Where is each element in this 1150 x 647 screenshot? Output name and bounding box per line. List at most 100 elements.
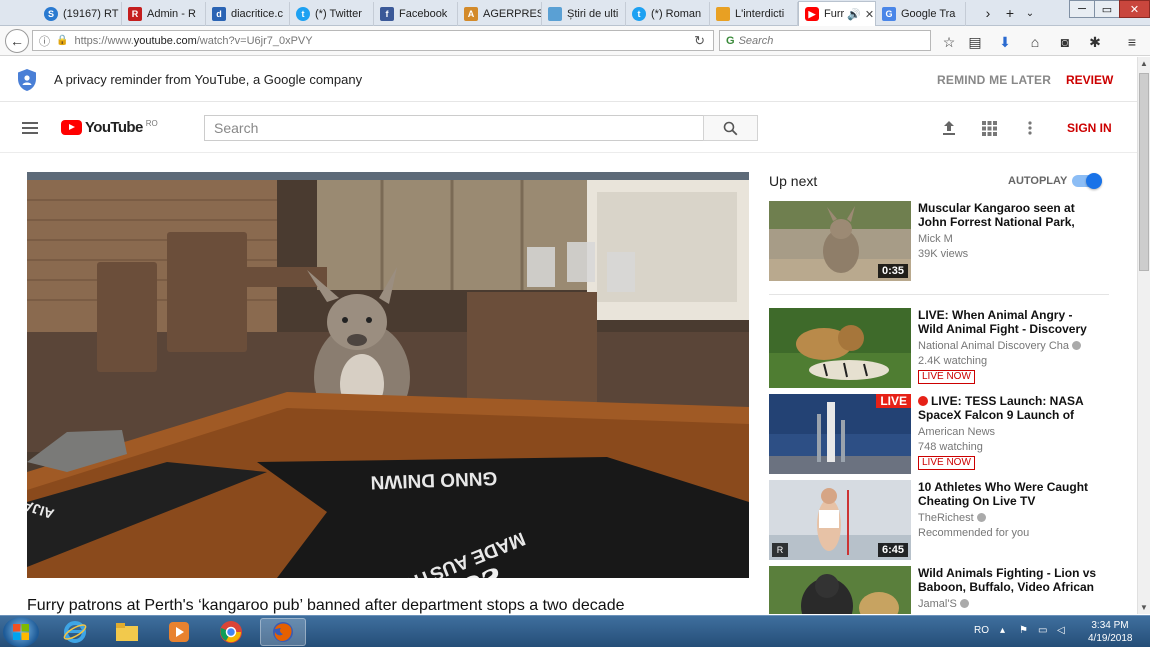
media-player-icon[interactable] — [156, 618, 202, 646]
upload-icon[interactable] — [939, 118, 959, 138]
firefox-icon[interactable] — [260, 618, 306, 646]
bookmark-star-icon[interactable]: ☆ — [939, 32, 959, 52]
system-clock[interactable]: 3:34 PM 4/19/2018 — [1088, 619, 1133, 645]
reload-icon[interactable]: ↻ — [694, 33, 705, 49]
recommended-video[interactable]: 0:35 Muscular Kangaroo seen at John Forr… — [769, 201, 1114, 281]
recommended-video[interactable]: R 6:45 10 Athletes Who Were Caught Cheat… — [769, 480, 1114, 560]
divider — [769, 294, 1109, 295]
maximize-window-icon[interactable]: ▭ — [1094, 0, 1120, 18]
volume-icon[interactable]: ◁ — [1057, 625, 1065, 636]
reading-list-icon[interactable]: ▤ — [965, 32, 985, 52]
toggle-knob[interactable] — [1086, 173, 1102, 189]
remind-later-button[interactable]: REMIND ME LATER — [937, 73, 1051, 87]
channel-watermark-icon: R — [772, 543, 788, 557]
r-logo-icon: R — [128, 7, 142, 21]
video-frame-image: GNNO DNIWN MADE AUSTRALIA OWNED ƨeb AIJA… — [27, 172, 749, 578]
file-explorer-icon[interactable] — [104, 618, 150, 646]
guide-menu-icon[interactable] — [22, 122, 38, 134]
browser-tab[interactable]: t (*) Roman — [626, 2, 710, 26]
recommended-video-title[interactable]: Wild Animals Fighting - Lion vs Baboon, … — [918, 566, 1100, 594]
menu-hamburger-icon[interactable]: ≡ — [1122, 32, 1142, 52]
recommended-video[interactable]: LIVE: When Animal Angry - Wild Animal Fi… — [769, 308, 1114, 388]
chrome-icon[interactable] — [208, 618, 254, 646]
browser-tab[interactable]: d diacritice.c — [206, 2, 290, 26]
browser-tab[interactable]: A AGERPRES — [458, 2, 542, 26]
home-icon[interactable]: ⌂ — [1025, 32, 1045, 52]
verified-icon — [976, 513, 986, 522]
language-indicator[interactable]: RO — [974, 625, 989, 636]
browser-tab[interactable]: G Google Tra — [876, 2, 966, 26]
channel-name: Mick M — [918, 233, 953, 245]
recommended-video-title[interactable]: LIVE: When Animal Angry - Wild Animal Fi… — [918, 308, 1100, 336]
player-top-edge — [27, 172, 749, 180]
network-icon[interactable]: ▭ — [1038, 625, 1047, 636]
shield-icon — [18, 69, 36, 91]
video-thumbnail[interactable]: LIVE — [769, 394, 911, 474]
pocket-icon[interactable]: ◙ — [1055, 32, 1075, 52]
speaker-icon[interactable]: 🔊 — [847, 8, 861, 21]
autoplay-label: AUTOPLAY — [1008, 175, 1068, 187]
scroll-up-arrow-icon[interactable]: ▲ — [1140, 59, 1148, 68]
browser-toolbar: ← ⓘ 🔒 https://www. youtube.com/watch?v=U6… — [0, 26, 1150, 56]
minimize-window-icon[interactable]: ─ — [1069, 0, 1095, 18]
info-icon[interactable]: ⓘ — [39, 33, 50, 49]
new-tab-icon[interactable]: + — [1000, 3, 1020, 23]
video-thumbnail[interactable] — [769, 308, 911, 388]
windows-logo-icon — [13, 624, 29, 640]
search-button[interactable] — [703, 115, 758, 141]
browser-tab[interactable]: Știri de ulti — [542, 2, 626, 26]
list-tabs-icon[interactable]: ⌄ — [1020, 3, 1040, 23]
back-arrow-icon[interactable]: ← — [5, 29, 29, 53]
youtube-masthead: YouTube RO Search SIGN IN — [0, 103, 1137, 153]
scroll-down-arrow-icon[interactable]: ▼ — [1140, 603, 1148, 612]
live-dot-icon — [918, 396, 928, 406]
tray-expand-icon[interactable]: ▴ — [1000, 625, 1005, 636]
browser-tab[interactable]: R Admin - R — [122, 2, 206, 26]
more-options-icon[interactable] — [1020, 118, 1040, 138]
recommended-video-title[interactable]: Muscular Kangaroo seen at John Forrest N… — [918, 201, 1100, 229]
apps-grid-icon[interactable] — [979, 118, 999, 138]
svg-text:GNNO DNIWN: GNNO DNIWN — [370, 467, 497, 492]
recommended-video-title[interactable]: 10 Athletes Who Were Caught Cheating On … — [918, 480, 1100, 508]
privacy-message: A privacy reminder from YouTube, a Googl… — [54, 72, 363, 87]
url-bar[interactable]: ⓘ 🔒 https://www. youtube.com/watch?v=U6jr… — [32, 30, 714, 51]
page-scrollbar[interactable]: ▲ ▼ — [1137, 57, 1150, 614]
start-button[interactable] — [3, 617, 39, 647]
close-window-icon[interactable]: ✕ — [1119, 0, 1150, 18]
gorilla-thumbnail-image — [769, 566, 911, 614]
video-thumbnail[interactable]: 0:35 — [769, 201, 911, 281]
youtube-icon: ▶ — [805, 7, 819, 21]
lock-icon: 🔒 — [56, 35, 69, 46]
browser-tab-strip: S (19167) RT R Admin - R d diacritice.c … — [0, 0, 1150, 26]
video-thumbnail[interactable] — [769, 566, 911, 614]
video-player[interactable]: GNNO DNIWN MADE AUSTRALIA OWNED ƨeb AIJA… — [27, 172, 749, 578]
browser-tab[interactable]: f Facebook — [374, 2, 458, 26]
autoplay-toggle[interactable] — [1072, 173, 1102, 189]
flag-icon — [716, 7, 730, 21]
recommendation-note: Recommended for you — [918, 527, 1030, 539]
facebook-icon: f — [380, 7, 394, 21]
search-input[interactable]: Search — [204, 115, 704, 141]
browser-tab[interactable]: S (19167) RT — [38, 2, 122, 26]
recommended-video[interactable]: Wild Animals Fighting - Lion vs Baboon, … — [769, 566, 1114, 614]
review-button[interactable]: REVIEW — [1066, 73, 1113, 87]
skype-icon: S — [44, 7, 58, 21]
browser-tab[interactable]: L'interdicti — [710, 2, 798, 26]
tab-scroll-right-icon[interactable]: › — [978, 3, 998, 23]
youtube-logo[interactable]: YouTube RO — [61, 119, 158, 136]
browser-search-field[interactable]: G Search — [719, 30, 931, 51]
close-tab-icon[interactable]: ✕ — [865, 8, 874, 21]
flag-tray-icon[interactable]: ⚑ — [1019, 625, 1028, 636]
watching-count: 748 watching — [918, 441, 983, 453]
browser-tab[interactable]: t (*) Twitter — [290, 2, 374, 26]
video-thumbnail[interactable]: R 6:45 — [769, 480, 911, 560]
live-now-badge: LIVE NOW — [918, 370, 975, 384]
download-icon[interactable]: ⬇ — [995, 32, 1015, 52]
recommended-video-title[interactable]: LIVE: TESS Launch: NASA SpaceX Falcon 9 … — [918, 394, 1100, 422]
scrollbar-thumb[interactable] — [1139, 73, 1149, 271]
internet-explorer-icon[interactable] — [52, 618, 98, 646]
browser-tab-active[interactable]: ▶ Furr 🔊 ✕ — [798, 1, 876, 26]
recommended-video[interactable]: LIVE LIVE: TESS Launch: NASA SpaceX Falc… — [769, 394, 1114, 474]
sign-in-button[interactable]: SIGN IN — [1067, 121, 1112, 135]
extension-icon[interactable]: ✱ — [1085, 32, 1105, 52]
